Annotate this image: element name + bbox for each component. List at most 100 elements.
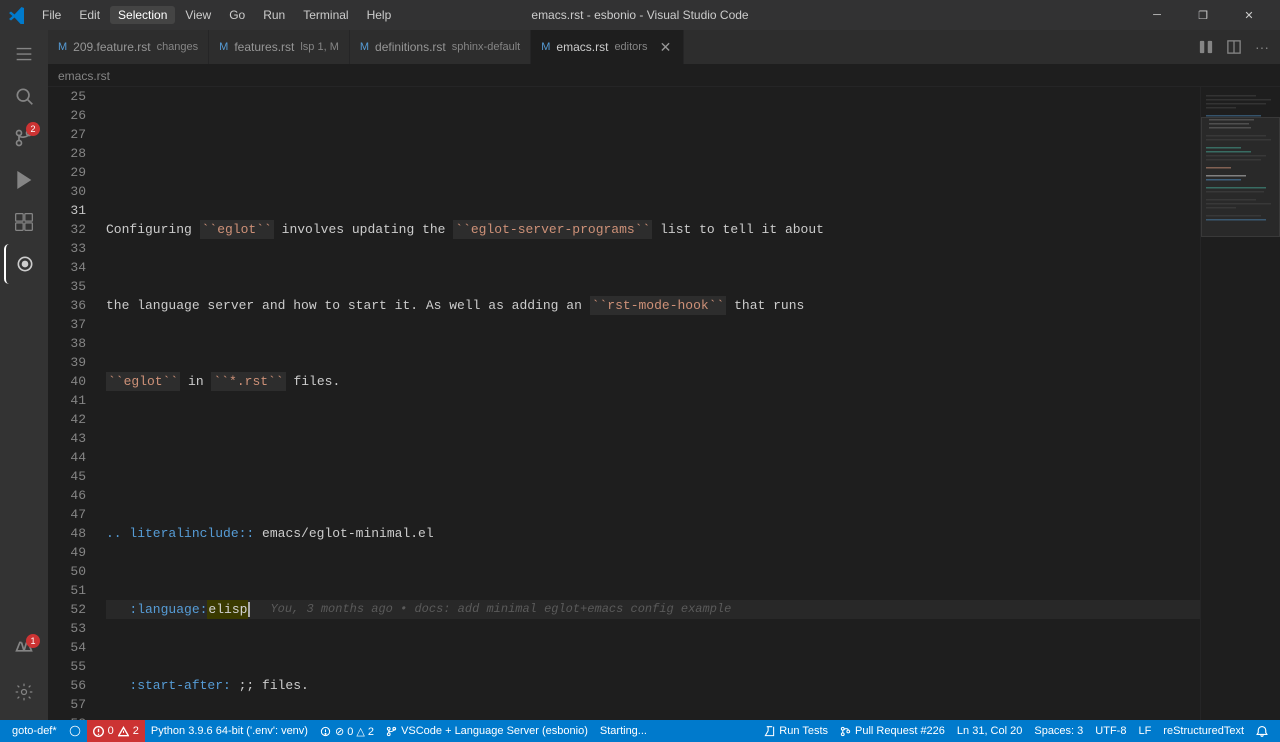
goto-def-label: goto-def* <box>12 725 57 737</box>
activity-extensions[interactable] <box>4 202 44 242</box>
line-num-29: 29 <box>48 163 86 182</box>
tab-209feature[interactable]: M 209.feature.rst changes <box>48 30 209 64</box>
status-eol[interactable]: LF <box>1132 720 1157 742</box>
minimap-content <box>1201 87 1280 720</box>
tab-close-emacs[interactable]: ✕ <box>657 39 673 55</box>
error-count: 0 <box>108 725 114 737</box>
status-language[interactable]: reStructuredText <box>1157 720 1250 742</box>
activity-settings[interactable] <box>4 672 44 712</box>
status-right: Run Tests Pull Request #226 Ln 31, Col 2… <box>758 720 1274 742</box>
code-line-30: .. literalinclude:: emacs/eglot-minimal.… <box>106 524 1200 543</box>
starting-label: Starting... <box>600 725 647 737</box>
test-icon <box>764 726 775 737</box>
line-num-48: 48 <box>48 524 86 543</box>
tab-label-definitions: definitions.rst <box>375 40 446 54</box>
activity-source-control[interactable]: 2 <box>4 118 44 158</box>
titlebar: File Edit Selection View Go Run Terminal… <box>0 0 1280 30</box>
code-line-28: ``eglot`` in ``*.rst`` files. <box>106 372 1200 391</box>
tab-sublabel-definitions: sphinx-default <box>452 41 521 53</box>
status-python[interactable]: Python 3.9.6 64-bit ('.env': venv) <box>145 720 314 742</box>
tab-emacs[interactable]: M emacs.rst editors ✕ <box>531 30 684 64</box>
status-starting[interactable]: Starting... <box>594 720 653 742</box>
activity-esbonio[interactable] <box>4 244 44 284</box>
editor-wrapper: 25 26 27 28 29 30 31 32 33 34 35 36 37 3… <box>48 87 1280 720</box>
value-elisp: elisp <box>207 600 248 619</box>
status-remote[interactable] <box>63 720 87 742</box>
line-num-34: 34 <box>48 258 86 277</box>
code-line-26: Configuring ``eglot`` involves updating … <box>106 220 1200 239</box>
bell-icon <box>1256 725 1268 737</box>
inline-code-eglot2: ``eglot`` <box>106 372 180 391</box>
status-errors-zero[interactable]: ⊘ 0 △ 2 <box>314 720 380 742</box>
code-content[interactable]: Configuring ``eglot`` involves updating … <box>98 87 1200 720</box>
status-spaces[interactable]: Spaces: 3 <box>1028 720 1089 742</box>
tab-sublabel-209feature: changes <box>157 41 199 53</box>
menu-view[interactable]: View <box>177 6 219 24</box>
breadcrumb: emacs.rst <box>48 65 1280 87</box>
code-line-25 <box>106 144 1200 163</box>
line-num-52: 52 <box>48 600 86 619</box>
line-num-47: 47 <box>48 505 86 524</box>
status-errors[interactable]: 0 2 <box>87 720 145 742</box>
menu-edit[interactable]: Edit <box>71 6 108 24</box>
more-actions-button[interactable]: ··· <box>1250 35 1274 59</box>
activity-run[interactable] <box>4 160 44 200</box>
status-branch[interactable]: VSCode + Language Server (esbonio) <box>380 720 594 742</box>
close-button[interactable]: ✕ <box>1226 0 1272 30</box>
activity-test[interactable]: 1 <box>4 630 44 670</box>
warning-count: 2 <box>133 725 139 737</box>
code-line-31: :language: elisp You, 3 months ago • doc… <box>106 600 1200 619</box>
status-pr[interactable]: Pull Request #226 <box>834 720 951 742</box>
source-control-badge: 2 <box>26 122 40 136</box>
tab-icon-209feature: M <box>58 41 67 53</box>
status-feedback[interactable] <box>1250 720 1274 742</box>
tab-sublabel-emacs: editors <box>614 41 647 53</box>
attribute-language: :language: <box>129 600 207 619</box>
directive-literalinclude: .. literalinclude:: <box>106 524 254 543</box>
vscode-logo <box>8 6 26 24</box>
editor-content[interactable]: 25 26 27 28 29 30 31 32 33 34 35 36 37 3… <box>48 87 1200 720</box>
activity-explorer[interactable] <box>4 34 44 74</box>
inline-code-eglot: ``eglot`` <box>200 220 274 239</box>
status-encoding[interactable]: UTF-8 <box>1089 720 1132 742</box>
editor[interactable]: 25 26 27 28 29 30 31 32 33 34 35 36 37 3… <box>48 87 1200 720</box>
editor-layout-button[interactable] <box>1222 35 1246 59</box>
line-num-44: 44 <box>48 448 86 467</box>
status-position[interactable]: Ln 31, Col 20 <box>951 720 1028 742</box>
minimize-button[interactable]: ─ <box>1134 0 1180 30</box>
menu-selection[interactable]: Selection <box>110 6 175 24</box>
menu-terminal[interactable]: Terminal <box>295 6 356 24</box>
tab-features[interactable]: M features.rst lsp 1, M <box>209 30 350 64</box>
tab-bar-actions: ··· <box>1188 30 1280 64</box>
test-badge: 1 <box>26 634 40 648</box>
tab-icon-emacs: M <box>541 41 550 53</box>
line-num-43: 43 <box>48 429 86 448</box>
activity-search[interactable] <box>4 76 44 116</box>
indent-dots-31 <box>106 600 129 619</box>
line-num-37: 37 <box>48 315 86 334</box>
titlebar-menu: File Edit Selection View Go Run Terminal… <box>34 6 399 24</box>
line-num-33: 33 <box>48 239 86 258</box>
menu-run[interactable]: Run <box>255 6 293 24</box>
maximize-button[interactable]: ❐ <box>1180 0 1226 30</box>
line-num-28: 28 <box>48 144 86 163</box>
errors-warnings-detail: ⊘ 0 △ 2 <box>335 725 374 738</box>
status-goto-def[interactable]: goto-def* <box>6 720 63 742</box>
python-label: Python 3.9.6 64-bit ('.env': venv) <box>151 725 308 737</box>
status-run-tests[interactable]: Run Tests <box>758 720 834 742</box>
cursor <box>248 602 250 617</box>
line-num-38: 38 <box>48 334 86 353</box>
tab-definitions[interactable]: M definitions.rst sphinx-default <box>350 30 531 64</box>
tab-bar: M 209.feature.rst changes M features.rst… <box>48 30 1280 65</box>
line-num-32: 32 <box>48 220 86 239</box>
titlebar-left: File Edit Selection View Go Run Terminal… <box>8 6 399 24</box>
menu-help[interactable]: Help <box>359 6 400 24</box>
line-numbers: 25 26 27 28 29 30 31 32 33 34 35 36 37 3… <box>48 87 98 720</box>
tab-label-emacs: emacs.rst <box>556 40 608 54</box>
menu-go[interactable]: Go <box>221 6 253 24</box>
branch-label: VSCode + Language Server (esbonio) <box>401 725 588 737</box>
split-editor-button[interactable] <box>1194 35 1218 59</box>
breadcrumb-file[interactable]: emacs.rst <box>58 69 110 83</box>
menu-file[interactable]: File <box>34 6 69 24</box>
inline-code-rst-files: ``*.rst`` <box>211 372 285 391</box>
